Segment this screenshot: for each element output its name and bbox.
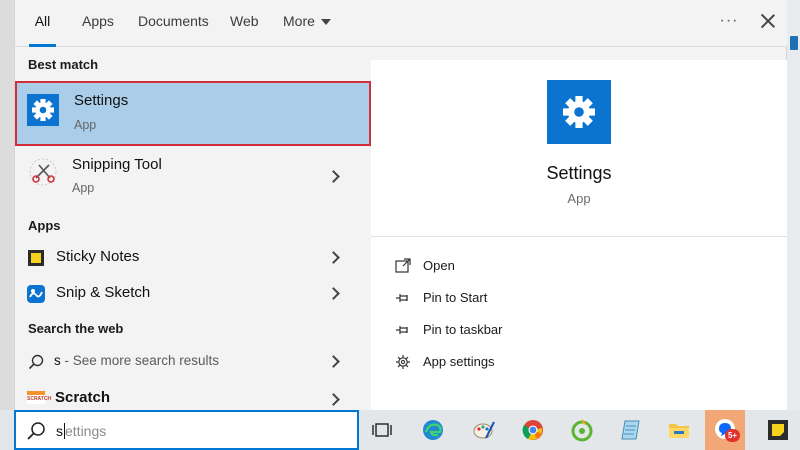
search-tabs-bar: All Apps Documents Web More ··· xyxy=(15,0,787,47)
edge-icon xyxy=(423,420,443,440)
chevron-down-icon xyxy=(320,19,331,26)
snipping-tool-icon xyxy=(27,156,59,188)
detail-title: Settings xyxy=(546,163,612,183)
search-typed: s xyxy=(56,423,63,439)
snip-sketch-name: Snip & Sketch xyxy=(56,284,151,301)
section-best-match: Best match xyxy=(28,57,99,72)
notepad-icon xyxy=(621,420,640,440)
taskbar-edge[interactable] xyxy=(413,410,453,450)
best-match-name: Settings xyxy=(74,92,129,109)
snip-sketch-icon xyxy=(27,285,45,303)
search-suggestion: ettings xyxy=(65,423,107,439)
divider xyxy=(371,236,787,237)
taskbar-paint[interactable] xyxy=(464,410,504,450)
results-list: Best match Settings App Snipping Tool Ap… xyxy=(15,48,371,410)
taskbar-notepad[interactable] xyxy=(611,410,651,450)
search-icon xyxy=(28,354,44,370)
search-flyout: All Apps Documents Web More ··· Best mat… xyxy=(14,0,787,410)
action-open-label: Open xyxy=(423,258,455,273)
gear-icon xyxy=(547,80,611,144)
pin-icon xyxy=(396,294,408,302)
result-scratch[interactable]: SCRATCH Scratch xyxy=(15,385,371,410)
paint-icon xyxy=(473,421,495,439)
sticky-notes-icon xyxy=(28,250,44,266)
search-input[interactable]: s ettings xyxy=(14,410,359,450)
result-snipping-tool[interactable]: Snipping Tool App xyxy=(15,148,371,210)
sticky-notes-name: Sticky Notes xyxy=(56,248,140,265)
notification-badge: 5+ xyxy=(725,429,740,442)
tab-all[interactable]: All xyxy=(29,0,56,47)
scratch-name: Scratch xyxy=(55,389,111,406)
action-app-settings[interactable]: App settings xyxy=(393,351,693,375)
taskbar-zalo[interactable]: 5+ xyxy=(705,410,745,450)
taskbar-chrome[interactable] xyxy=(513,410,553,450)
tab-apps[interactable]: Apps xyxy=(82,0,114,47)
action-pin-taskbar-label: Pin to taskbar xyxy=(423,322,503,337)
snipping-tool-name: Snipping Tool xyxy=(72,156,162,173)
tab-more[interactable]: More xyxy=(283,0,331,47)
action-app-settings-label: App settings xyxy=(423,354,495,369)
pin-icon xyxy=(396,326,408,334)
open-icon xyxy=(395,258,411,273)
coccoc-icon xyxy=(571,419,593,442)
chevron-right-icon[interactable] xyxy=(327,251,340,264)
search-text: s ettings xyxy=(56,423,106,439)
detail-subtitle: App xyxy=(567,191,591,206)
taskbar-sticky-notes[interactable] xyxy=(758,410,798,450)
action-pin-taskbar[interactable]: Pin to taskbar xyxy=(393,319,693,343)
taskbar-file-explorer[interactable] xyxy=(659,410,699,450)
desktop-item xyxy=(790,36,798,50)
gear-icon xyxy=(396,355,410,369)
best-match-settings[interactable]: Settings App xyxy=(15,81,371,146)
search-icon xyxy=(27,422,45,440)
gear-icon xyxy=(27,94,59,126)
taskbar-task-view[interactable] xyxy=(362,410,402,450)
detail-pane: Settings App Open Pin to Start Pin to ta… xyxy=(371,60,787,410)
desktop-edge xyxy=(786,0,800,410)
file-explorer-icon xyxy=(669,424,689,438)
section-apps: Apps xyxy=(28,218,61,233)
taskbar-coccoc[interactable] xyxy=(562,410,602,450)
close-button[interactable] xyxy=(755,8,781,34)
task-view-icon xyxy=(372,423,392,437)
result-snip-sketch[interactable]: Snip & Sketch xyxy=(15,279,371,309)
action-open[interactable]: Open xyxy=(393,255,693,279)
chevron-right-icon[interactable] xyxy=(327,287,340,300)
chevron-right-icon[interactable] xyxy=(327,393,340,406)
result-sticky-notes[interactable]: Sticky Notes xyxy=(15,243,371,273)
chevron-right-icon[interactable] xyxy=(327,355,340,368)
chrome-icon xyxy=(522,420,543,440)
best-match-type: App xyxy=(74,118,97,132)
action-pin-start[interactable]: Pin to Start xyxy=(393,287,693,311)
web-search-query: s xyxy=(54,353,61,368)
snipping-tool-type: App xyxy=(72,181,95,195)
chevron-right-icon[interactable] xyxy=(327,170,340,183)
result-web-search[interactable]: s - See more search results xyxy=(15,346,371,376)
scratch-icon: SCRATCH xyxy=(27,391,51,404)
action-pin-start-label: Pin to Start xyxy=(423,290,488,305)
tab-web[interactable]: Web xyxy=(230,0,259,47)
web-search-suffix: - See more search results xyxy=(60,353,220,368)
section-search-web: Search the web xyxy=(28,321,124,336)
sticky-notes-icon xyxy=(768,420,788,440)
more-options-button[interactable]: ··· xyxy=(717,10,741,34)
tab-documents[interactable]: Documents xyxy=(138,0,209,47)
web-search-text: s - See more search results xyxy=(54,353,219,368)
